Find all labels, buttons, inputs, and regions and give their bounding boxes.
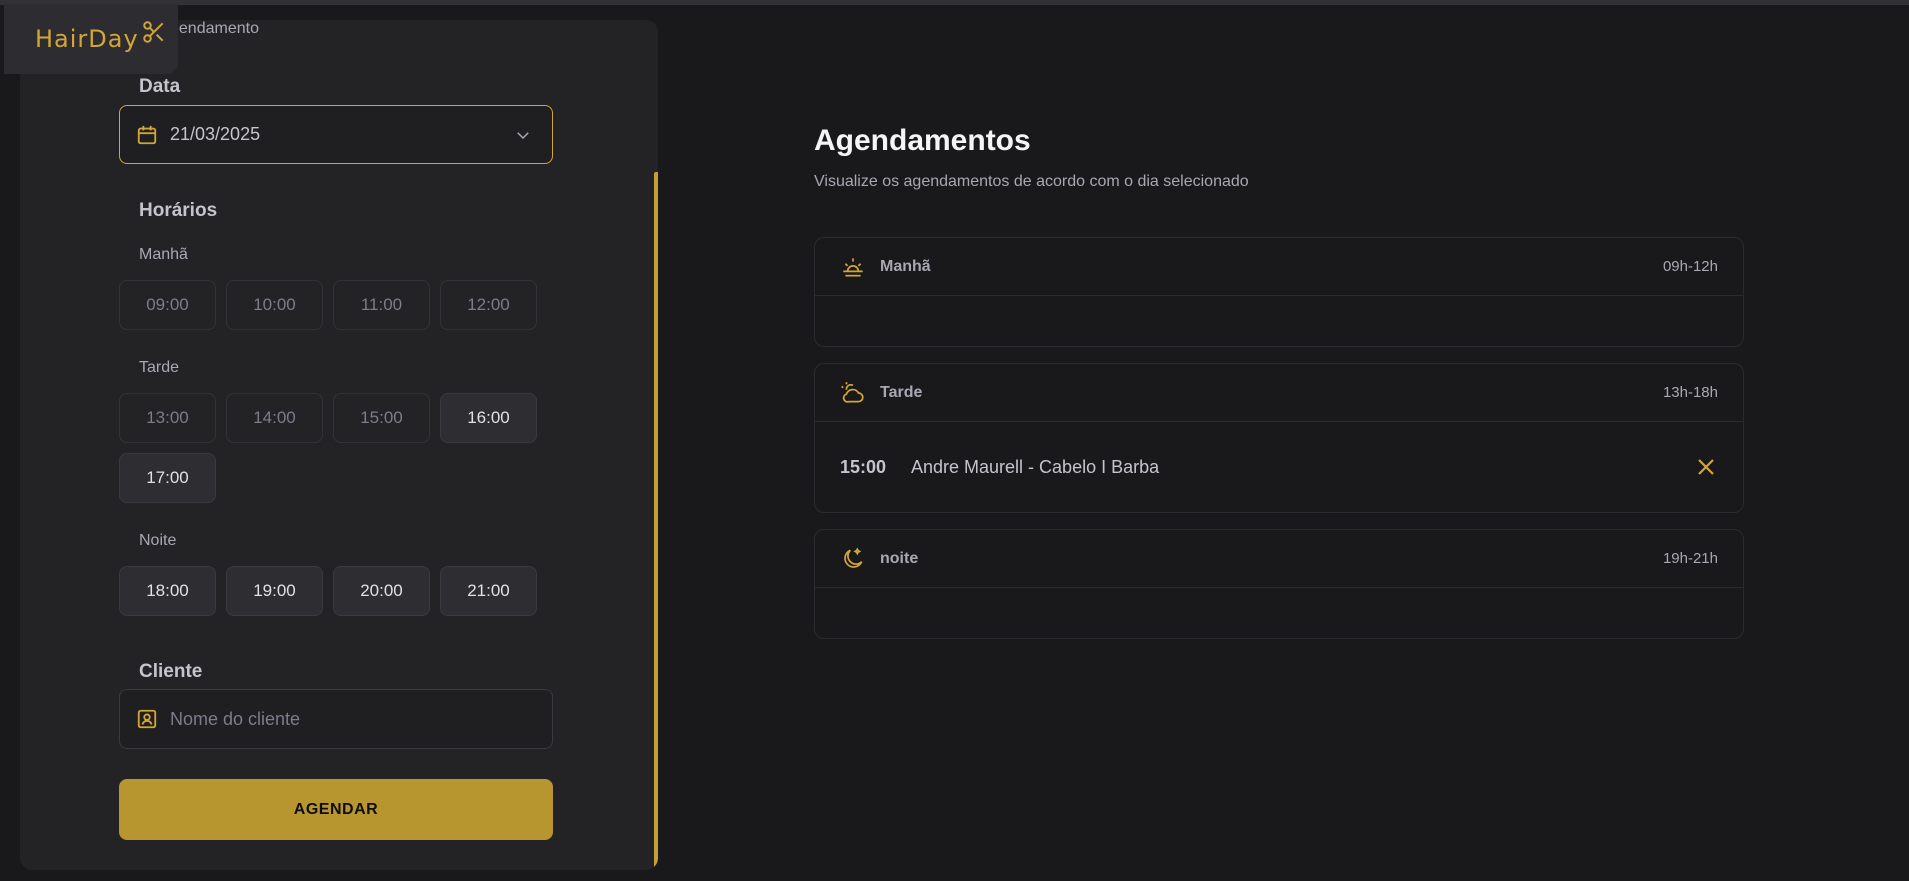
- date-picker[interactable]: 21/03/2025: [119, 105, 553, 164]
- period-header: Tarde 13h-18h: [815, 364, 1743, 422]
- slot-row-tarde-2: 17:00: [119, 453, 216, 503]
- panel-subtitle: gendamento: [170, 20, 259, 37]
- period-name: Tarde: [880, 383, 923, 401]
- period-header: noite 19h-21h: [815, 530, 1743, 588]
- period-card-noite: noite 19h-21h: [814, 529, 1744, 639]
- appointment-item: 15:00 Andre Maurell - Cabelo I Barba: [815, 422, 1743, 512]
- client-name-input[interactable]: [170, 708, 530, 730]
- page-subtitle: Visualize os agendamentos de acordo com …: [814, 173, 1249, 190]
- scissors-icon: [142, 21, 164, 43]
- time-slot[interactable]: 12:00: [440, 280, 537, 330]
- logo-text: HairDay: [35, 25, 139, 53]
- group-label-tarde: Tarde: [139, 359, 180, 376]
- time-slot[interactable]: 21:00: [440, 566, 537, 616]
- window-top-border: [0, 0, 1909, 5]
- period-range: 13h-18h: [1662, 384, 1718, 401]
- appointment-client: Andre Maurell - Cabelo I Barba: [911, 456, 1160, 477]
- slot-row-noite: 18:00 19:00 20:00 21:00: [119, 566, 537, 616]
- time-slot[interactable]: 19:00: [226, 566, 323, 616]
- client-field: [119, 689, 553, 749]
- moon-stars-icon: [844, 546, 863, 568]
- time-slot[interactable]: 14:00: [226, 393, 323, 443]
- time-slot[interactable]: 16:00: [440, 393, 537, 443]
- time-slot[interactable]: 13:00: [119, 393, 216, 443]
- period-header: Manhã 09h-12h: [815, 238, 1743, 296]
- period-name: Manhã: [880, 257, 931, 275]
- app-logo: HairDay: [4, 4, 178, 74]
- chevron-down-icon: [517, 132, 529, 140]
- time-slot[interactable]: 10:00: [226, 280, 323, 330]
- schedule-button[interactable]: AGENDAR: [119, 779, 553, 840]
- close-icon[interactable]: [1694, 455, 1718, 479]
- time-slot[interactable]: 15:00: [333, 393, 430, 443]
- date-label: Data: [139, 76, 181, 97]
- group-label-noite: Noite: [139, 532, 177, 549]
- cloud-sun-icon: [841, 381, 864, 403]
- times-label: Horários: [139, 200, 218, 221]
- appointment-time: 15:00: [840, 456, 887, 477]
- page-title: Agendamentos: [814, 124, 1031, 157]
- group-label-manha: Manhã: [139, 246, 188, 263]
- time-slot[interactable]: 18:00: [119, 566, 216, 616]
- time-slot[interactable]: 17:00: [119, 453, 216, 503]
- period-name: noite: [880, 549, 919, 567]
- period-appointments: [815, 588, 1743, 638]
- sunrise-icon: [843, 257, 863, 277]
- time-slot[interactable]: 09:00: [119, 280, 216, 330]
- calendar-icon: [137, 125, 157, 144]
- slot-row-manha: 09:00 10:00 11:00 12:00: [119, 280, 537, 330]
- time-slot[interactable]: 20:00: [333, 566, 430, 616]
- period-card-tarde: Tarde 13h-18h 15:00 Andre Maurell - Cabe…: [814, 363, 1744, 513]
- booking-form-panel: gendamento Data 21/03/2025 Horários Manh…: [20, 20, 658, 870]
- slot-row-tarde-1: 13:00 14:00 15:00 16:00: [119, 393, 537, 443]
- client-label: Cliente: [139, 661, 203, 682]
- period-appointments: [815, 296, 1743, 346]
- period-range: 19h-21h: [1662, 550, 1718, 567]
- scrollbar-thumb[interactable]: [654, 172, 658, 870]
- user-square-icon: [137, 709, 157, 729]
- period-range: 09h-12h: [1662, 258, 1718, 275]
- date-value: 21/03/2025: [170, 124, 261, 144]
- period-card-manha: Manhã 09h-12h: [814, 237, 1744, 347]
- time-slot[interactable]: 11:00: [333, 280, 430, 330]
